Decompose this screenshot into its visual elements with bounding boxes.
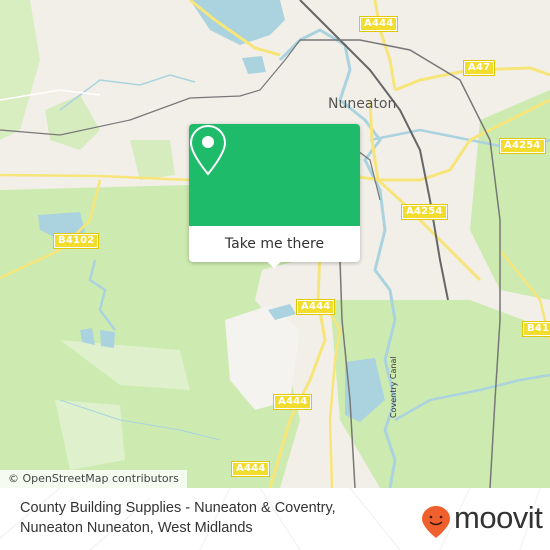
footer: County Building Supplies - Nuneaton & Co…: [0, 488, 550, 550]
road-label-b4102: B4102: [52, 233, 100, 249]
map-view[interactable]: Nuneaton A444 A47 A4254 A4254 B4102 A444…: [0, 0, 550, 488]
place-label-nuneaton: Nuneaton: [328, 96, 397, 112]
park-area: [45, 95, 100, 150]
park-area: [0, 0, 40, 140]
lake: [242, 56, 266, 74]
road-label-a4254: A4254: [401, 204, 448, 220]
park-area: [130, 140, 175, 180]
road-label-b4113: B4113: [521, 321, 550, 337]
take-me-there-button[interactable]: Take me there: [189, 226, 360, 262]
road: [368, 99, 482, 282]
moovit-wordmark: moovit: [454, 500, 543, 535]
popup-header: [189, 124, 360, 226]
road-label-a444: A444: [358, 16, 399, 32]
road-label-a4254: A4254: [499, 138, 546, 154]
road-label-a444: A444: [230, 461, 271, 477]
place-title-line1: County Building Supplies - Nuneaton & Co…: [20, 500, 336, 516]
lake: [190, 0, 285, 45]
road-label-a444: A444: [272, 394, 313, 410]
road-label-a444: A444: [295, 299, 336, 315]
popup-pointer: [265, 260, 283, 268]
water-label-coventry-canal: Coventry Canal: [389, 356, 398, 418]
location-popup: Take me there: [189, 124, 360, 268]
road-label-a47: A47: [462, 60, 496, 76]
map-attribution[interactable]: © OpenStreetMap contributors: [0, 470, 187, 488]
place-title-line2: Nuneaton Nuneaton, West Midlands: [20, 520, 253, 536]
place-title: County Building Supplies - Nuneaton & Co…: [20, 498, 380, 538]
lake: [100, 330, 115, 348]
railway: [0, 39, 301, 136]
moovit-pin-icon: [422, 506, 450, 538]
location-pin-icon: [189, 124, 227, 176]
